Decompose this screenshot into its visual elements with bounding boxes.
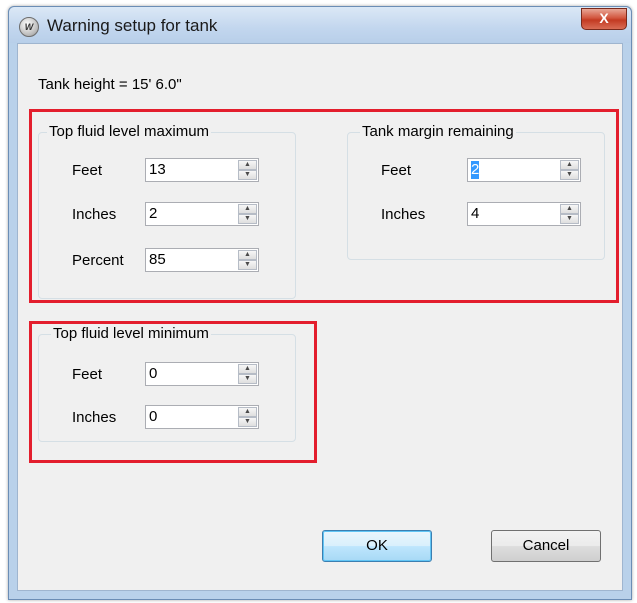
highlight-box-bottom — [29, 321, 317, 463]
tank-height-label: Tank height = 15' 6.0" — [38, 76, 182, 93]
title-bar[interactable]: W Warning setup for tank X — [9, 7, 631, 43]
highlight-box-top — [29, 109, 619, 303]
close-button[interactable]: X — [581, 8, 627, 30]
ok-button[interactable]: OK — [322, 530, 432, 562]
app-logo-icon: W — [19, 17, 39, 37]
cancel-button[interactable]: Cancel — [491, 530, 601, 562]
window-title: Warning setup for tank — [47, 16, 218, 35]
dialog-window: W Warning setup for tank X — [8, 6, 632, 600]
